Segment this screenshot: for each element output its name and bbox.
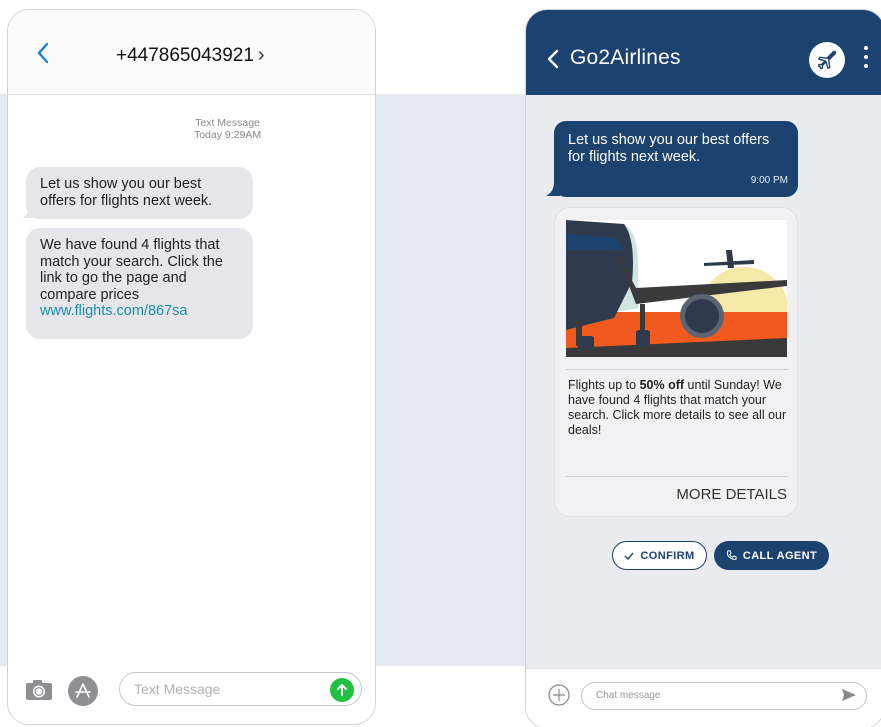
sms-header: +447865043921 › xyxy=(8,10,375,95)
sms-bubble: Let us show you our best offers for flig… xyxy=(26,167,253,219)
call-agent-label: CALL AGENT xyxy=(742,549,818,562)
back-chevron-icon[interactable] xyxy=(546,48,560,70)
camera-icon[interactable] xyxy=(25,679,53,701)
sms-compose-bar: Text Message xyxy=(8,662,375,724)
rcs-header: Go2Airlines xyxy=(526,10,881,95)
message-type-label: Text Message xyxy=(195,117,260,129)
card-text-prefix: Flights up to xyxy=(568,378,640,392)
chat-input-placeholder: Chat message xyxy=(596,690,661,701)
add-circle-icon[interactable] xyxy=(548,684,570,706)
sms-phone: +447865043921 › Text Message Today 9:29A… xyxy=(7,9,376,725)
contact-number: +447865043921 xyxy=(116,44,254,66)
sms-bubble-text: Let us show you our best offers for flig… xyxy=(40,176,213,209)
card-description: Flights up to 50% off until Sunday! We h… xyxy=(568,378,788,438)
sms-text-input[interactable]: Text Message xyxy=(119,672,362,706)
rcs-phone: Go2Airlines Let us show you our best off… xyxy=(525,9,881,727)
sms-bubble-text: We have found 4 flights that match your … xyxy=(40,237,223,303)
agent-name: Go2Airlines xyxy=(570,46,681,69)
back-chevron-icon[interactable] xyxy=(32,38,56,68)
more-details-button[interactable]: MORE DETAILS xyxy=(555,486,787,503)
sms-bubble: We have found 4 flights that match your … xyxy=(26,228,253,339)
app-store-icon[interactable] xyxy=(68,676,98,706)
call-agent-chip[interactable]: CALL AGENT xyxy=(714,541,829,570)
confirm-label: CONFIRM xyxy=(640,549,695,562)
bubble-tail xyxy=(22,206,34,218)
more-vert-icon[interactable] xyxy=(862,46,870,72)
rcs-message-bubble: Let us show you our best offers for flig… xyxy=(554,121,798,197)
chat-message-input[interactable]: Chat message xyxy=(581,682,867,710)
sms-input-placeholder: Text Message xyxy=(134,681,221,697)
check-icon xyxy=(624,552,634,560)
contact-chevron-icon: › xyxy=(257,44,265,66)
card-divider xyxy=(566,476,788,477)
flights-link[interactable]: www.flights.com/867sa xyxy=(40,303,187,319)
rich-card: Flights up to 50% off until Sunday! We h… xyxy=(554,207,798,517)
phone-icon xyxy=(726,550,737,560)
plane-logo-icon[interactable] xyxy=(809,42,845,78)
contact-title[interactable]: +447865043921 › xyxy=(116,44,265,67)
card-text-bold: 50% off xyxy=(639,378,685,392)
rcs-message-time: 9:00 PM xyxy=(750,175,788,186)
confirm-chip[interactable]: CONFIRM xyxy=(612,541,707,570)
rcs-message-text: Let us show you our best offers for flig… xyxy=(568,132,770,165)
airplane-illustration xyxy=(566,220,787,357)
bubble-tail xyxy=(546,182,560,196)
message-timestamp: Today 9:29AM xyxy=(193,129,262,141)
card-divider xyxy=(566,369,788,370)
send-arrow-icon[interactable] xyxy=(330,678,354,702)
rcs-compose-bar: Chat message xyxy=(526,668,881,727)
send-icon[interactable] xyxy=(841,688,857,702)
